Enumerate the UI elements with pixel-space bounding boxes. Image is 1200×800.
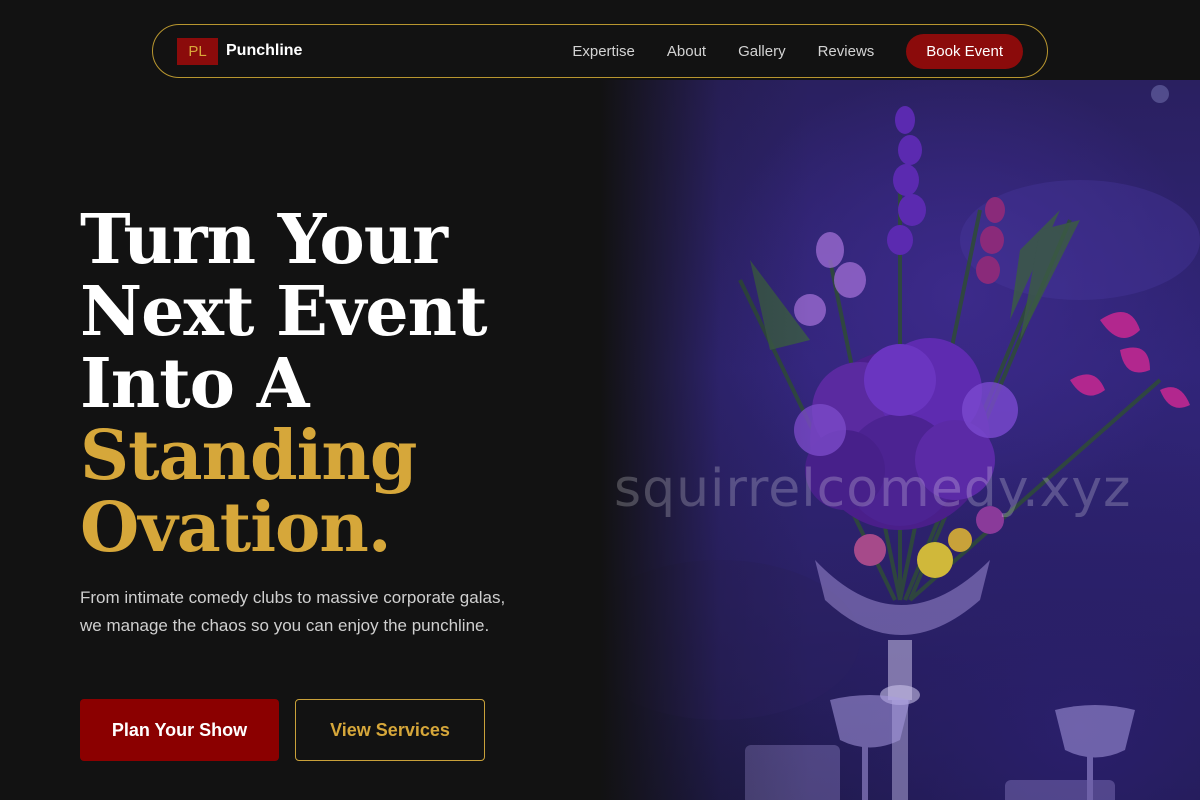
hero-title-line: Into A [80, 344, 309, 424]
nav-link-reviews[interactable]: Reviews [818, 43, 875, 60]
nav-links: Expertise About Gallery Reviews Book Eve… [572, 33, 1023, 69]
hero-subtitle: From intimate comedy clubs to massive co… [80, 588, 506, 635]
brand[interactable]: PL Punchline [177, 37, 303, 65]
watermark-text: squirrelcomedy.xyz [614, 459, 1132, 519]
hero-title: Turn Your Next Event Into A Standing Ova… [80, 204, 540, 564]
view-services-button[interactable]: View Services [295, 699, 485, 761]
flower-centerpiece-illustration [600, 85, 1200, 800]
hero-title-line: Turn Your [80, 200, 448, 280]
nav-link-about[interactable]: About [667, 43, 706, 60]
book-event-button[interactable]: Book Event [906, 33, 1023, 69]
logo-badge: PL [177, 37, 218, 65]
top-navbar: PL Punchline Expertise About Gallery Rev… [152, 24, 1048, 78]
plan-your-show-button[interactable]: Plan Your Show [80, 699, 279, 761]
hero-image [600, 80, 1200, 800]
nav-link-expertise[interactable]: Expertise [572, 43, 635, 60]
hero-title-highlight: Standing [80, 416, 417, 496]
hero-title-line: Next Event [80, 272, 488, 352]
nav-link-gallery[interactable]: Gallery [738, 43, 786, 60]
brand-name: Punchline [226, 42, 303, 59]
hero-title-highlight: Ovation. [80, 488, 392, 568]
